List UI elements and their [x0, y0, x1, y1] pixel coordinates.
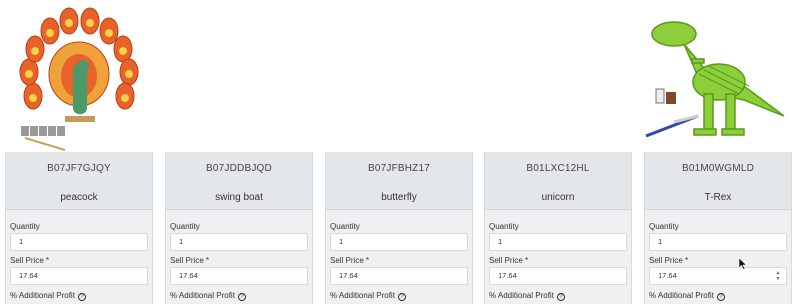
additional-profit-label: % Additional Profit? — [170, 291, 246, 301]
question-circle-icon[interactable]: ? — [397, 293, 406, 301]
peacock-product-image — [5, 4, 153, 152]
quantity-label: Quantity — [170, 222, 200, 231]
quantity-input[interactable]: 1 — [330, 233, 468, 251]
number-stepper-icon[interactable]: ▲ ▼ — [775, 270, 781, 282]
product-asin: B01M0WGMLD — [681, 163, 754, 174]
mouse-pointer-icon — [739, 258, 747, 270]
quantity-label: Quantity — [649, 222, 679, 231]
product-card: B07JFBHZ17 butterfly Quantity 1 Sell Pri… — [325, 152, 473, 304]
product-asin: B07JFBHZ17 — [367, 163, 431, 174]
question-circle-icon[interactable]: ? — [556, 293, 565, 301]
quantity-label: Quantity — [330, 222, 360, 231]
trex-product-image — [644, 4, 792, 152]
sell-price-input[interactable]: 17.64 — [330, 267, 468, 285]
product-card-header: B07JFBHZ17 butterfly — [326, 152, 472, 210]
sell-price-label: Sell Price * — [10, 256, 50, 265]
product-name: swing boat — [215, 192, 263, 203]
sell-price-input[interactable]: 17.64 — [10, 267, 148, 285]
question-circle-icon[interactable]: ? — [77, 293, 86, 301]
product-card: B07JDDBJQD swing boat Quantity 1 Sell Pr… — [165, 152, 313, 304]
question-circle-icon[interactable]: ? — [716, 293, 725, 301]
additional-profit-label: % Additional Profit? — [330, 291, 406, 301]
product-card-header: B07JDDBJQD swing boat — [166, 152, 312, 210]
additional-profit-label-text: % Additional Profit — [170, 291, 235, 300]
product-name: butterfly — [381, 192, 417, 203]
product-name: unicorn — [541, 192, 575, 203]
quantity-input[interactable]: 1 — [170, 233, 308, 251]
sell-price-input[interactable]: 17.64 ▲ ▼ — [649, 267, 787, 285]
additional-profit-label-text: % Additional Profit — [10, 291, 75, 300]
sell-price-input[interactable]: 17.64 — [489, 267, 627, 285]
sell-price-label: Sell Price * — [649, 256, 689, 265]
additional-profit-label: % Additional Profit? — [489, 291, 565, 301]
quantity-input[interactable]: 1 — [10, 233, 148, 251]
sell-price-label: Sell Price * — [170, 256, 210, 265]
additional-profit-label-text: % Additional Profit — [649, 291, 714, 300]
additional-profit-label-text: % Additional Profit — [330, 291, 395, 300]
additional-profit-label-text: % Additional Profit — [489, 291, 554, 300]
question-circle-icon[interactable]: ? — [237, 293, 246, 301]
sell-price-value: 17.64 — [658, 271, 677, 280]
product-comparison-grid: B07JF7GJQY peacock Quantity 1 Sell Price… — [0, 0, 800, 304]
product-card: B07JF7GJQY peacock Quantity 1 Sell Price… — [5, 152, 153, 304]
product-asin: B07JDDBJQD — [206, 163, 272, 174]
product-card: B01LXC12HL unicorn Quantity 1 Sell Price… — [484, 152, 632, 304]
additional-profit-label: % Additional Profit? — [649, 291, 725, 301]
quantity-label: Quantity — [10, 222, 40, 231]
sell-price-label: Sell Price * — [330, 256, 370, 265]
additional-profit-label: % Additional Profit? — [10, 291, 86, 301]
quantity-input[interactable]: 1 — [649, 233, 787, 251]
quantity-input[interactable]: 1 — [489, 233, 627, 251]
sell-price-label: Sell Price * — [489, 256, 529, 265]
product-card-header: B07JF7GJQY peacock — [6, 152, 152, 210]
product-name: T-Rex — [704, 192, 732, 203]
product-asin: B07JF7GJQY — [47, 163, 111, 174]
product-card: B01M0WGMLD T-Rex Quantity 1 Sell Price *… — [644, 152, 792, 304]
product-card-header: B01LXC12HL unicorn — [485, 152, 631, 210]
sell-price-input[interactable]: 17.64 — [170, 267, 308, 285]
quantity-label: Quantity — [489, 222, 519, 231]
product-card-header: B01M0WGMLD T-Rex — [645, 152, 791, 210]
product-asin: B01LXC12HL — [526, 163, 590, 174]
product-name: peacock — [60, 192, 98, 203]
